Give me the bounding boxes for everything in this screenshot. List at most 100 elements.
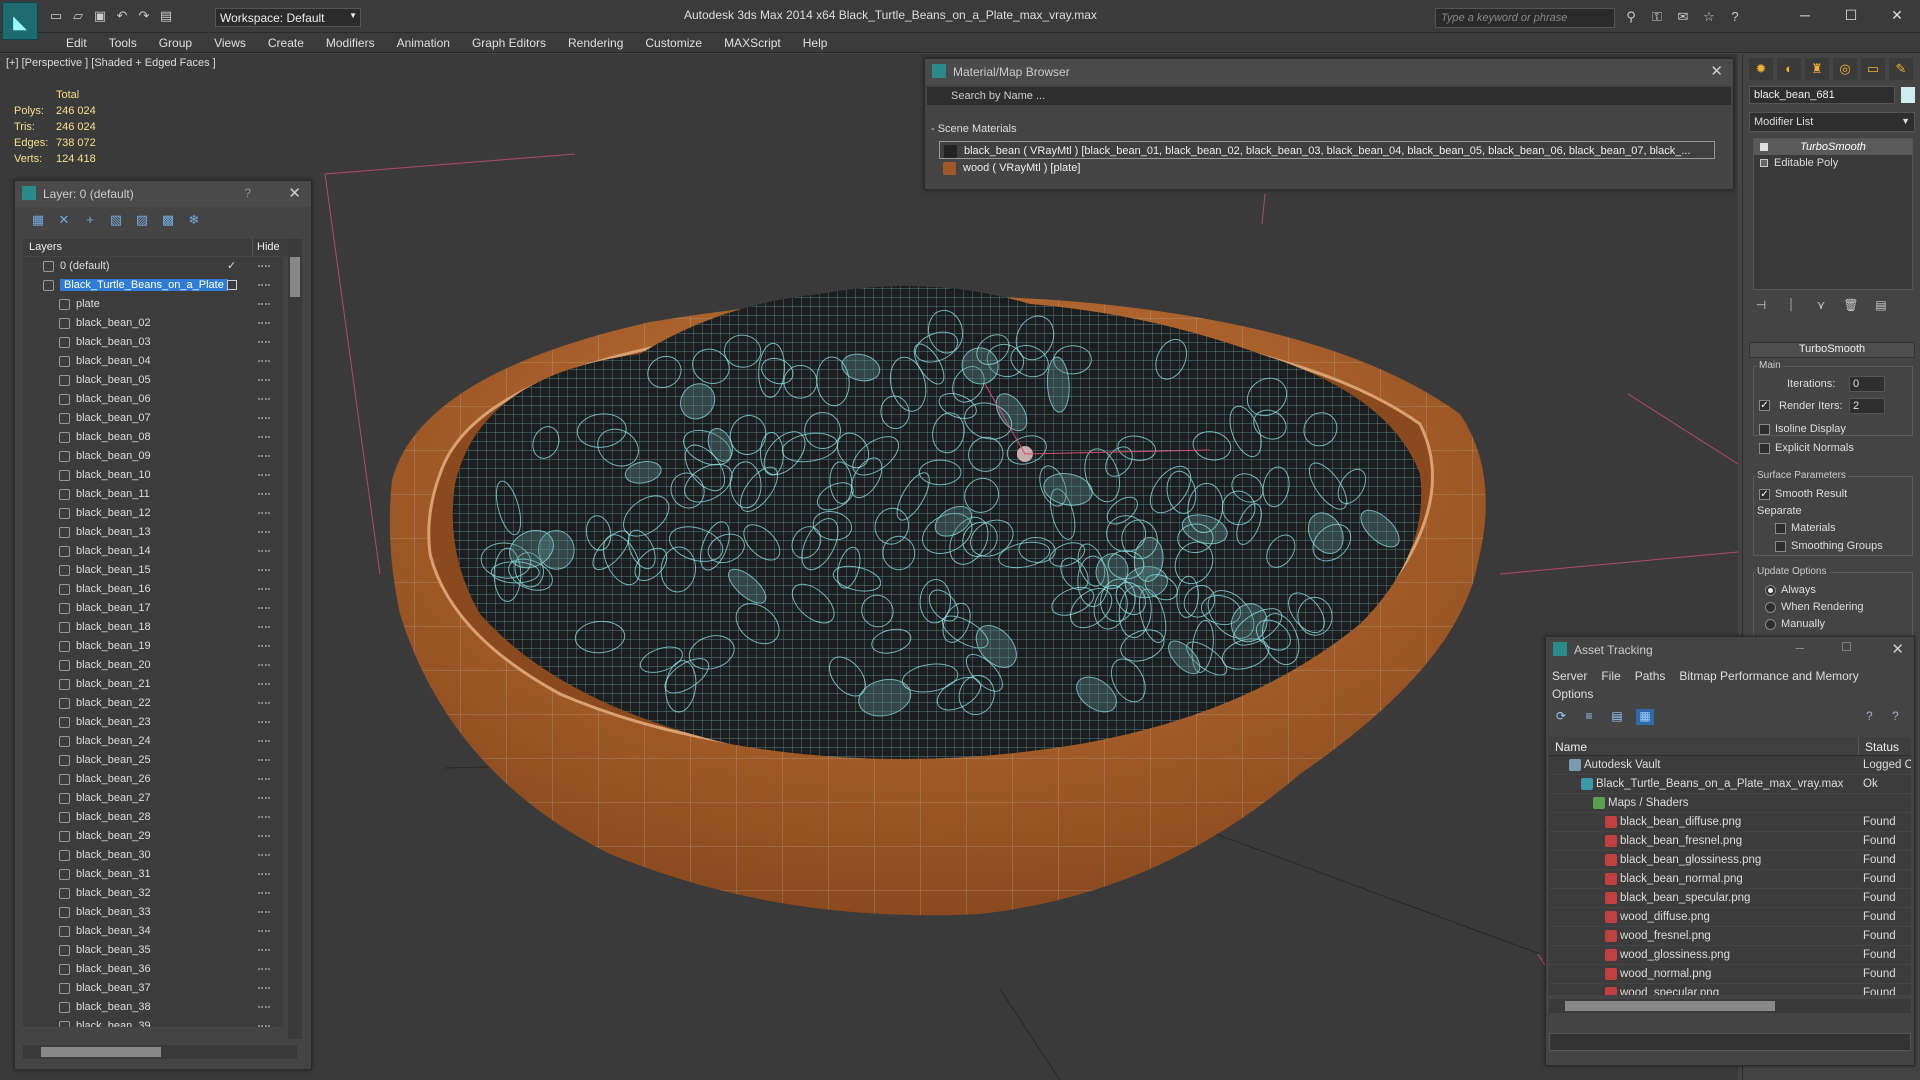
menu-modifiers[interactable]: Modifiers	[315, 33, 386, 53]
hierarchy-tab-icon[interactable]: ♜	[1805, 58, 1829, 80]
layer-row[interactable]: black_bean_06	[23, 390, 283, 409]
hide-toggle[interactable]	[258, 645, 270, 647]
active-layer-check-icon[interactable]: ✓	[227, 259, 236, 272]
make-unique-icon[interactable]: ⋎	[1813, 298, 1829, 314]
layer-row[interactable]: black_bean_23	[23, 713, 283, 732]
stack-item-editable-poly[interactable]: Editable Poly	[1754, 155, 1912, 171]
asset-horizontal-scrollbar[interactable]	[1549, 999, 1911, 1013]
hide-toggle[interactable]	[258, 949, 270, 951]
menu-rendering[interactable]: Rendering	[557, 33, 634, 53]
layer-horizontal-scrollbar[interactable]	[23, 1045, 297, 1059]
render-iters-value[interactable]: 2	[1849, 398, 1885, 414]
name-column-header[interactable]: Name	[1549, 737, 1859, 755]
layer-row[interactable]: black_bean_11	[23, 485, 283, 504]
asset-row[interactable]: wood_glossiness.png Found	[1549, 946, 1911, 965]
hide-toggle[interactable]	[258, 493, 270, 495]
scene-materials-group[interactable]: - Scene Materials	[931, 123, 1017, 135]
layer-row[interactable]: black_bean_25	[23, 751, 283, 770]
layer-row[interactable]: black_bean_13	[23, 523, 283, 542]
hide-toggle[interactable]	[258, 474, 270, 476]
save-icon[interactable]: ▣	[92, 8, 108, 24]
layer-row[interactable]: black_bean_02	[23, 314, 283, 333]
layer-row[interactable]: black_bean_21	[23, 675, 283, 694]
pin-stack-icon[interactable]: ⊣	[1753, 298, 1769, 314]
modifier-list-dropdown[interactable]: Modifier List ▼	[1749, 112, 1915, 132]
menu-maxscript[interactable]: MAXScript	[713, 33, 792, 53]
material-item[interactable]: black_bean ( VRayMtl ) [black_bean_01, b…	[939, 141, 1715, 159]
hide-toggle[interactable]	[258, 588, 270, 590]
layer-row[interactable]: black_bean_32	[23, 884, 283, 903]
refresh-icon[interactable]: ⟳	[1552, 709, 1570, 725]
layer-row[interactable]: black_bean_28	[23, 808, 283, 827]
menu-create[interactable]: Create	[257, 33, 315, 53]
layers-column-header[interactable]: Layers	[23, 239, 253, 256]
layer-row[interactable]: black_bean_09	[23, 447, 283, 466]
help-icon[interactable]: ?	[244, 186, 251, 200]
hide-toggle[interactable]	[258, 455, 270, 457]
layer-row[interactable]: black_bean_29	[23, 827, 283, 846]
layer-row[interactable]: black_bean_18	[23, 618, 283, 637]
asset-tracking-titlebar[interactable]: Asset Tracking ─ ☐ ✕	[1546, 637, 1914, 663]
manually-radio[interactable]: Manually	[1765, 618, 1825, 630]
render-iters-spinner[interactable]: Render Iters: 2	[1779, 398, 1885, 414]
asset-menu-bitmap-performance-and-memory[interactable]: Bitmap Performance and Memory	[1679, 669, 1858, 683]
hide-toggle[interactable]	[258, 569, 270, 571]
viewport-label[interactable]: [+] [Perspective ] [Shaded + Edged Faces…	[6, 57, 216, 69]
asset-menu-file[interactable]: File	[1601, 669, 1620, 683]
communication-icon[interactable]: ✉	[1674, 8, 1692, 26]
hide-column-header[interactable]: Hide	[253, 239, 284, 256]
hide-toggle[interactable]	[258, 379, 270, 381]
hide-toggle[interactable]	[258, 816, 270, 818]
layer-row[interactable]: black_bean_37	[23, 979, 283, 998]
asset-row[interactable]: Autodesk Vault Logged O	[1549, 756, 1911, 775]
favorites-star-icon[interactable]: ☆	[1700, 8, 1718, 26]
layer-row[interactable]: black_bean_03	[23, 333, 283, 352]
layer-row[interactable]: black_bean_34	[23, 922, 283, 941]
hide-toggle[interactable]	[258, 322, 270, 324]
menu-edit[interactable]: Edit	[55, 33, 98, 53]
menu-group[interactable]: Group	[148, 33, 203, 53]
undo-icon[interactable]: ↶	[114, 8, 130, 24]
app-logo-icon[interactable]: ◣	[2, 2, 38, 40]
asset-row[interactable]: wood_normal.png Found	[1549, 965, 1911, 984]
configure-sets-icon[interactable]: ▤	[1873, 298, 1889, 314]
layer-row[interactable]: black_bean_10	[23, 466, 283, 485]
hide-toggle[interactable]	[258, 531, 270, 533]
close-icon[interactable]: ✕	[1710, 62, 1723, 80]
layer-row[interactable]: black_bean_16	[23, 580, 283, 599]
maximize-icon[interactable]: ☐	[1841, 640, 1852, 654]
layer-row[interactable]: 0 (default) ✓	[23, 257, 283, 276]
hide-toggle[interactable]	[258, 835, 270, 837]
hide-toggle[interactable]	[258, 759, 270, 761]
asset-menu-server[interactable]: Server	[1552, 669, 1587, 683]
delete-layer-icon[interactable]: ✕	[55, 212, 73, 228]
asset-path-field[interactable]	[1549, 1033, 1911, 1051]
layer-row[interactable]: black_bean_31	[23, 865, 283, 884]
layer-vertical-scrollbar[interactable]	[288, 239, 302, 1039]
hide-toggle[interactable]	[258, 550, 270, 552]
explicit-normals-checkbox[interactable]: Explicit Normals	[1759, 442, 1854, 454]
minimize-icon[interactable]: ─	[1795, 641, 1804, 655]
close-icon[interactable]: ✕	[288, 184, 301, 202]
add-to-layer-icon[interactable]	[227, 280, 237, 290]
hide-toggle[interactable]	[258, 892, 270, 894]
layer-row[interactable]: plate	[23, 295, 283, 314]
layer-row[interactable]: black_bean_20	[23, 656, 283, 675]
asset-row[interactable]: wood_fresnel.png Found	[1549, 927, 1911, 946]
asset-row[interactable]: black_bean_diffuse.png Found	[1549, 813, 1911, 832]
isoline-display-checkbox[interactable]: Isoline Display	[1759, 423, 1846, 435]
highlight-layer-icon[interactable]: ▨	[133, 212, 151, 228]
hide-toggle[interactable]	[258, 284, 270, 286]
hide-toggle[interactable]	[258, 968, 270, 970]
hide-toggle[interactable]	[258, 360, 270, 362]
asset-row[interactable]: wood_diffuse.png Found	[1549, 908, 1911, 927]
maximize-icon[interactable]: ☐	[1828, 0, 1874, 30]
hide-toggle[interactable]	[258, 341, 270, 343]
hide-toggle[interactable]	[258, 664, 270, 666]
layer-row[interactable]: black_bean_27	[23, 789, 283, 808]
layer-row[interactable]: black_bean_39	[23, 1017, 283, 1027]
material-search-input[interactable]: Search by Name ...	[927, 87, 1731, 105]
stack-item-turbosmooth[interactable]: TurboSmooth	[1754, 139, 1912, 155]
display-tab-icon[interactable]: ▭	[1861, 58, 1885, 80]
status-column-header[interactable]: Status	[1859, 737, 1905, 755]
